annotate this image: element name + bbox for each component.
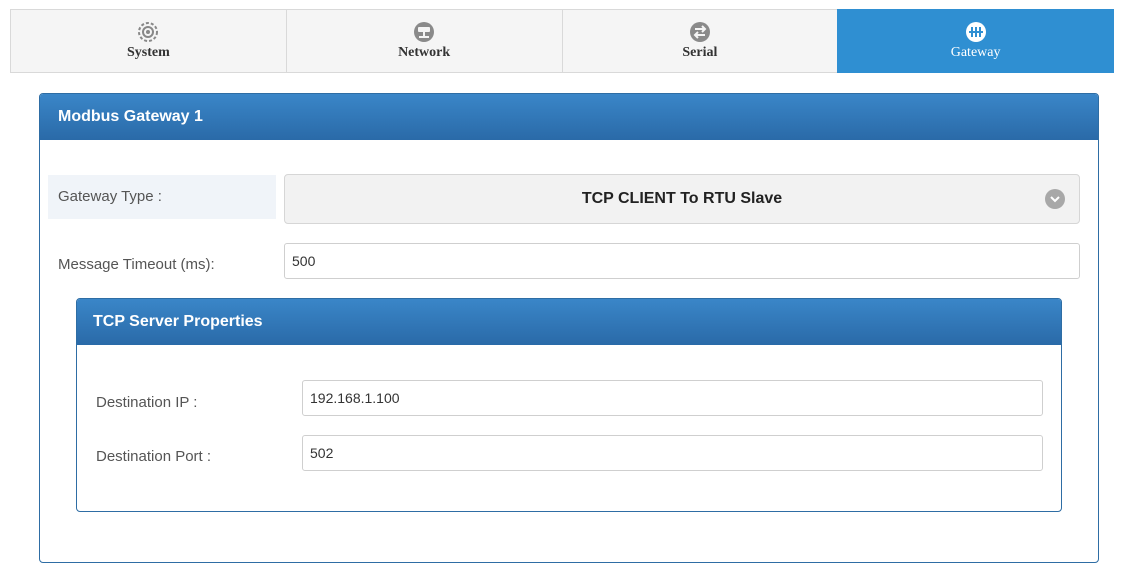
- tab-gateway[interactable]: Gateway: [837, 9, 1114, 73]
- destination-port-input[interactable]: 502: [302, 435, 1043, 471]
- top-tab-bar: System Network Serial Gateway: [10, 9, 1114, 73]
- swap-arrows-icon: [689, 21, 711, 43]
- tab-serial-label: Serial: [682, 45, 718, 60]
- destination-ip-label: Destination IP :: [96, 394, 198, 411]
- chevron-down-icon[interactable]: [1045, 189, 1065, 209]
- tab-system[interactable]: System: [10, 9, 286, 73]
- tab-network-label: Network: [398, 45, 451, 60]
- tcp-server-panel: TCP Server Properties Destination IP : 1…: [76, 298, 1062, 512]
- message-timeout-label: Message Timeout (ms):: [58, 256, 215, 273]
- tab-gateway-label: Gateway: [950, 45, 1001, 60]
- network-icon: [413, 21, 435, 43]
- message-timeout-input[interactable]: 500: [284, 243, 1080, 279]
- destination-ip-input[interactable]: 192.168.1.100: [302, 380, 1043, 416]
- panel-title: Modbus Gateway 1: [40, 94, 1098, 140]
- tab-network[interactable]: Network: [285, 9, 562, 73]
- gateway-type-select[interactable]: TCP CLIENT To RTU Slave: [284, 174, 1080, 224]
- gateway-type-label: Gateway Type :: [48, 175, 276, 219]
- gear-icon: [137, 21, 159, 43]
- gateway-type-value: TCP CLIENT To RTU Slave: [581, 190, 783, 207]
- tab-system-label: System: [126, 45, 170, 60]
- tab-serial[interactable]: Serial: [561, 9, 838, 73]
- destination-port-label: Destination Port :: [96, 448, 212, 465]
- tcp-server-title: TCP Server Properties: [77, 299, 1061, 345]
- modbus-gateway-panel: Modbus Gateway 1 Gateway Type : TCP CLIE…: [39, 93, 1099, 563]
- gateway-icon: [965, 21, 987, 43]
